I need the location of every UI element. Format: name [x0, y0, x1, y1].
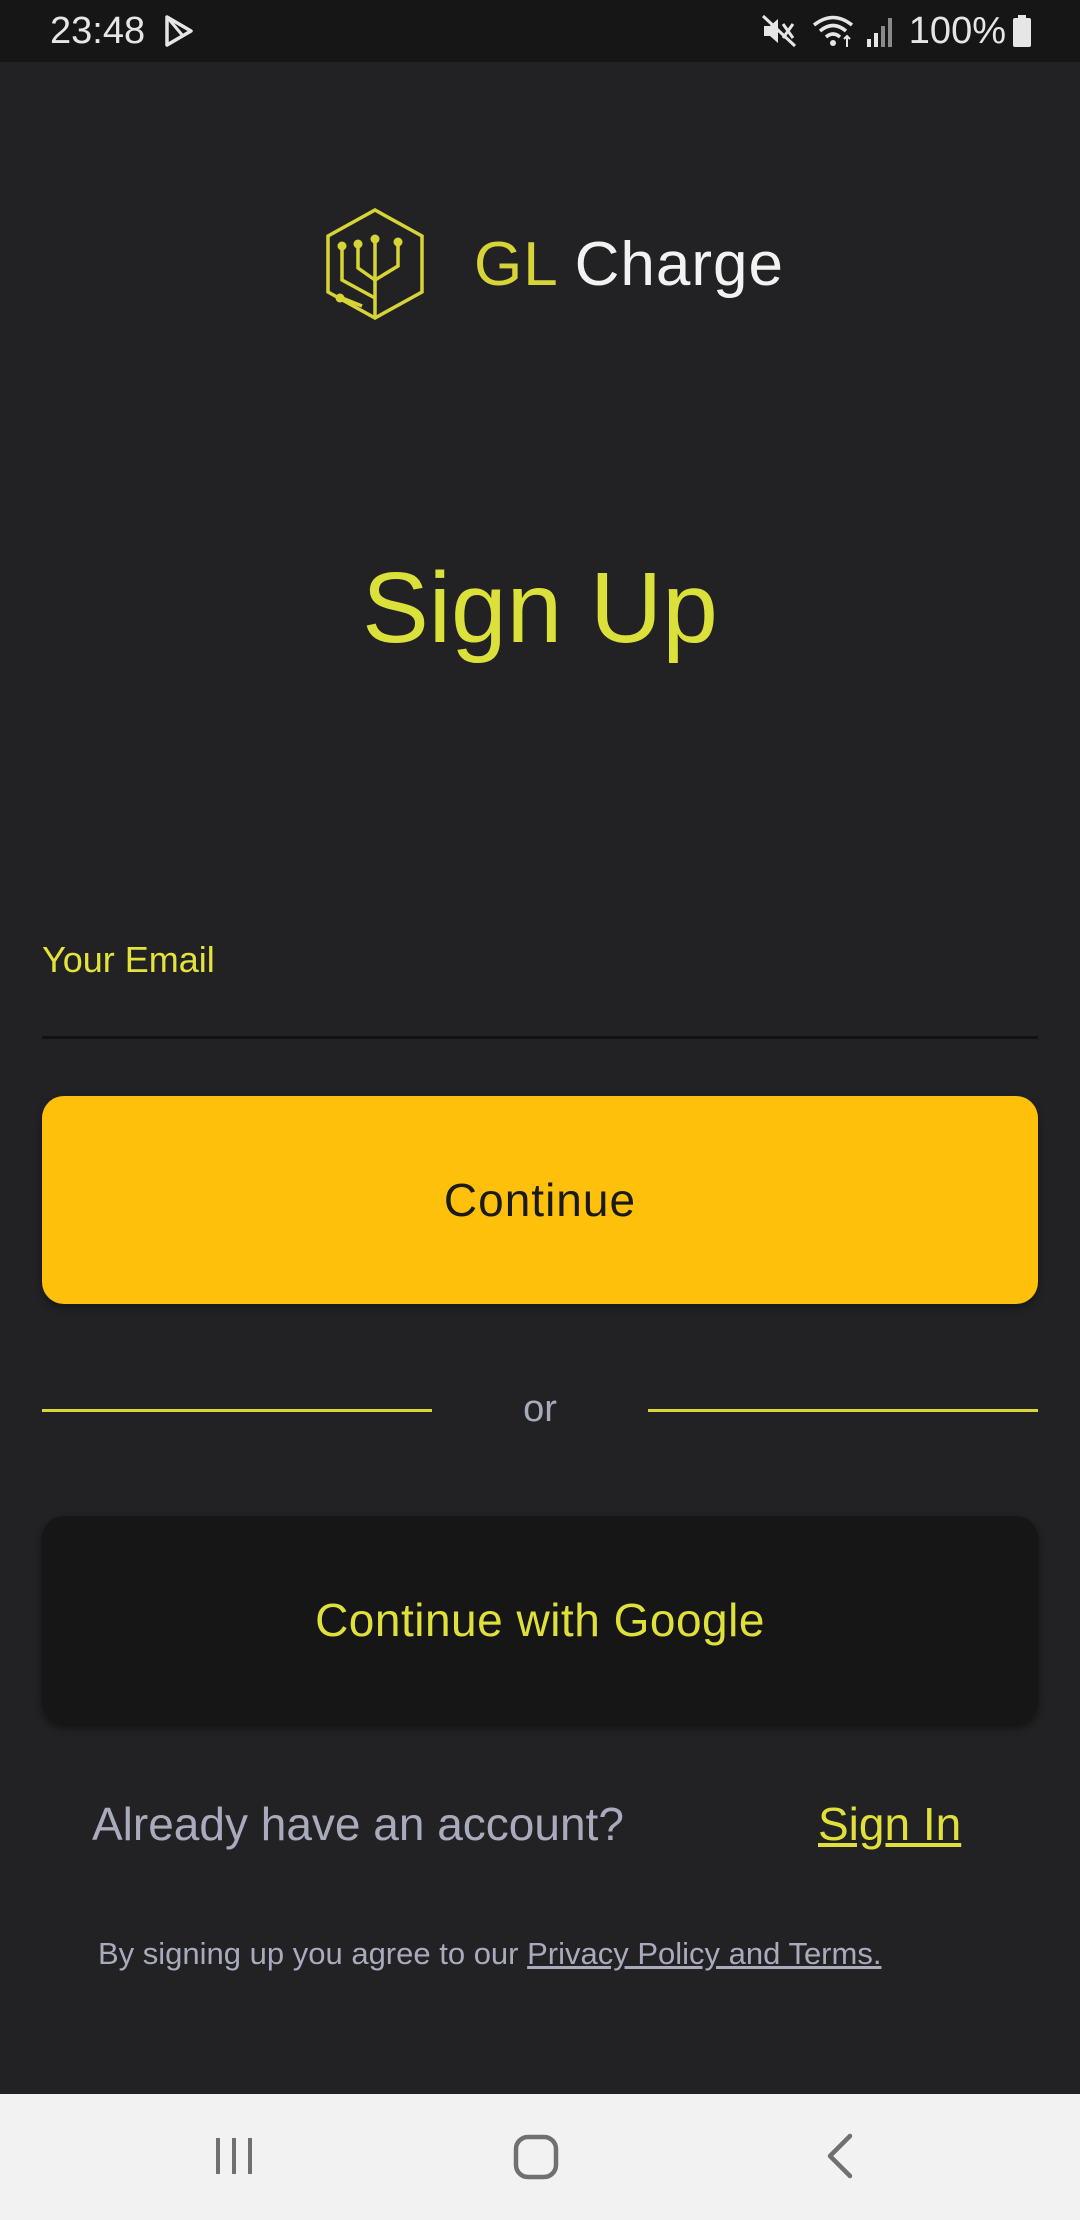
continue-with-google-button[interactable]: Continue with Google [42, 1516, 1038, 1724]
email-underline [42, 1036, 1038, 1039]
terms-text: By signing up you agree to our Privacy P… [98, 1934, 881, 1974]
sign-in-link[interactable]: Sign In [818, 1796, 961, 1852]
navigation-bar [0, 2094, 1080, 2220]
logo-text-gl: GL [474, 230, 557, 299]
page-title: Sign Up [362, 552, 718, 664]
battery-icon [1013, 15, 1031, 47]
app-logo: GL Charge [322, 206, 783, 330]
logo-text-charge: Charge [574, 230, 784, 299]
home-icon[interactable] [512, 2134, 560, 2180]
signal-icon [866, 18, 892, 47]
play-store-icon [165, 15, 193, 47]
email-input[interactable] [42, 986, 1038, 1036]
status-icons: 100% [761, 8, 1032, 54]
privacy-policy-link[interactable]: Privacy Policy and Terms. [527, 1936, 881, 1971]
continue-button-label: Continue [443, 1174, 637, 1226]
status-time: 23:48 [50, 10, 146, 52]
mute-icon [761, 14, 796, 48]
back-icon[interactable] [820, 2132, 860, 2180]
email-field[interactable]: Your Email [42, 930, 1038, 1040]
divider-line-right [648, 1409, 1038, 1412]
battery-percentage: 100% [908, 10, 1006, 52]
google-button-label: Continue with Google [315, 1594, 765, 1646]
logo-wordmark: GL Charge [474, 228, 784, 302]
terms-prefix: By signing up you agree to our [98, 1936, 528, 1971]
sign-up-screen: 23:48 100% GL Charge Sign Up Your Email … [0, 0, 1080, 2220]
recents-icon[interactable] [212, 2134, 256, 2178]
status-bar: 23:48 100% [0, 0, 1080, 62]
circuit-hexagon-icon [326, 208, 424, 320]
continue-button[interactable]: Continue [42, 1096, 1038, 1304]
signin-prompt: Already have an account? [92, 1798, 624, 1850]
email-label: Your Email [42, 939, 215, 980]
wifi-icon [812, 15, 853, 47]
